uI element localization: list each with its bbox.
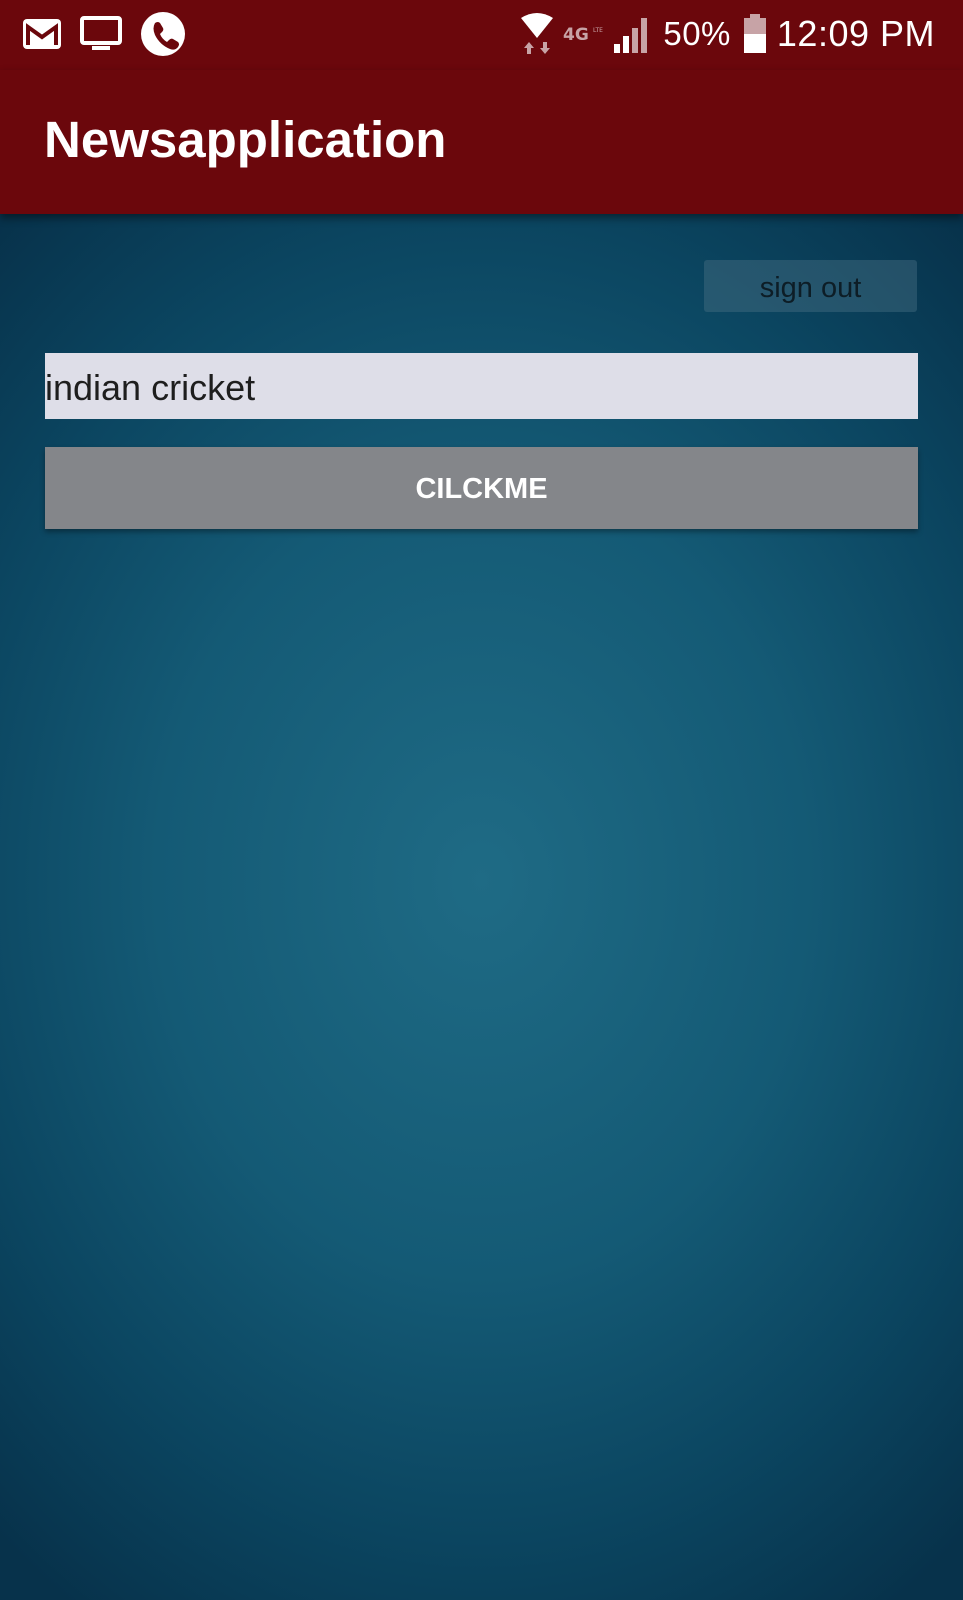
monitor-icon bbox=[80, 16, 122, 52]
lte-4g-icon: 4G LTE bbox=[563, 24, 609, 44]
status-right-icons: 4G LTE 50% 12:09 PM bbox=[519, 8, 935, 60]
phone-icon bbox=[140, 11, 186, 57]
svg-text:4G: 4G bbox=[563, 25, 589, 44]
search-input[interactable]: indian cricket bbox=[45, 353, 918, 419]
svg-text:LTE: LTE bbox=[593, 27, 603, 34]
battery-percent: 50% bbox=[663, 15, 731, 52]
app-toolbar: Newsapplication bbox=[0, 70, 963, 214]
sign-out-button[interactable]: sign out bbox=[704, 260, 917, 312]
battery-icon bbox=[743, 14, 767, 54]
gmail-icon bbox=[22, 18, 62, 50]
status-clock: 12:09 PM bbox=[776, 13, 935, 54]
status-bar: 4G LTE 50% 12:09 PM bbox=[0, 0, 963, 70]
app-title: Newsapplication bbox=[44, 111, 447, 168]
click-me-button[interactable]: CILCKME bbox=[45, 447, 918, 529]
app-screen: 4G LTE 50% 12:09 PM Newsapplication sign… bbox=[0, 0, 963, 1600]
wifi-data-icon bbox=[519, 12, 555, 56]
signal-icon bbox=[613, 14, 653, 54]
status-left-icons bbox=[22, 10, 204, 58]
